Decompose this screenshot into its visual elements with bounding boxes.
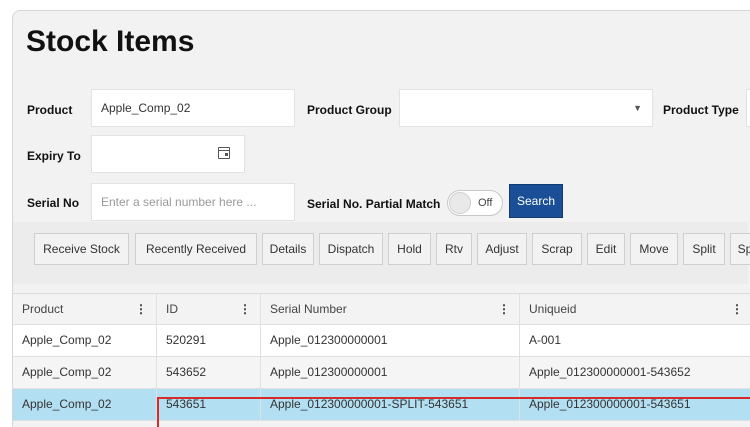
column-menu-icon[interactable]: ⋮ <box>239 294 251 324</box>
cell-uniqueid: Apple_012300000001-543651 <box>520 389 750 421</box>
sp-button[interactable]: Sp <box>730 233 750 265</box>
column-header-product[interactable]: Product ⋮ <box>13 293 157 325</box>
chevron-down-icon: ▼ <box>633 103 642 113</box>
partial-match-label: Serial No. Partial Match <box>307 197 441 211</box>
receive-stock-button[interactable]: Receive Stock <box>34 233 129 265</box>
table-row[interactable]: Apple_Comp_02 543652 Apple_012300000001 … <box>13 357 750 389</box>
split-button[interactable]: Split <box>683 233 725 265</box>
toggle-state: Off <box>478 197 493 209</box>
column-header-uniqueid[interactable]: Uniqueid ⋮ <box>520 293 750 325</box>
cell-serial-number: Apple_012300000001-SPLIT-543651 <box>261 389 520 421</box>
recently-received-button[interactable]: Recently Received <box>135 233 257 265</box>
table-row-selected[interactable]: Apple_Comp_02 543651 Apple_012300000001-… <box>13 389 750 421</box>
cell-id: 520291 <box>157 325 261 357</box>
details-button[interactable]: Details <box>262 233 314 265</box>
cell-id: 543652 <box>157 357 261 389</box>
dispatch-button[interactable]: Dispatch <box>319 233 383 265</box>
calendar-icon[interactable] <box>218 147 230 159</box>
edit-button[interactable]: Edit <box>587 233 625 265</box>
page-title: Stock Items <box>26 25 195 58</box>
column-header-serial-number[interactable]: Serial Number ⋮ <box>261 293 520 325</box>
scrap-button[interactable]: Scrap <box>532 233 582 265</box>
product-group-label: Product Group <box>307 103 392 117</box>
column-menu-icon[interactable]: ⋮ <box>498 294 510 324</box>
product-label: Product <box>27 103 73 117</box>
cell-product: Apple_Comp_02 <box>13 357 157 389</box>
adjust-button[interactable]: Adjust <box>477 233 527 265</box>
column-menu-icon[interactable]: ⋮ <box>135 294 147 324</box>
column-header-id[interactable]: ID ⋮ <box>157 293 261 325</box>
cell-serial-number: Apple_012300000001 <box>261 357 520 389</box>
serial-no-label: Serial No <box>27 196 80 210</box>
column-menu-icon[interactable]: ⋮ <box>731 294 743 324</box>
cell-id: 543651 <box>157 389 261 421</box>
cell-uniqueid: Apple_012300000001-543652 <box>520 357 750 389</box>
cell-serial-number: Apple_012300000001 <box>261 325 520 357</box>
table-row[interactable]: Apple_Comp_02 520291 Apple_012300000001 … <box>13 325 750 357</box>
table-header-row: Product ⋮ ID ⋮ Serial Number ⋮ Uniqueid ⋮ <box>13 293 750 325</box>
expiry-to-input[interactable] <box>91 135 245 173</box>
move-button[interactable]: Move <box>630 233 678 265</box>
product-input[interactable]: Apple_Comp_02 <box>91 89 295 127</box>
product-type-label: Product Type <box>663 103 739 117</box>
partial-match-toggle[interactable]: Off <box>447 190 503 216</box>
cell-uniqueid: A-001 <box>520 325 750 357</box>
cell-product: Apple_Comp_02 <box>13 389 157 421</box>
product-group-select[interactable]: ▼ <box>399 89 653 127</box>
expiry-to-label: Expiry To <box>27 149 81 163</box>
serial-no-input[interactable]: Enter a serial number here ... <box>91 183 295 221</box>
toggle-knob <box>449 192 471 214</box>
product-type-select[interactable] <box>746 89 750 127</box>
rtv-button[interactable]: Rtv <box>436 233 472 265</box>
hold-button[interactable]: Hold <box>388 233 431 265</box>
cell-product: Apple_Comp_02 <box>13 325 157 357</box>
search-button[interactable]: Search <box>509 184 563 218</box>
